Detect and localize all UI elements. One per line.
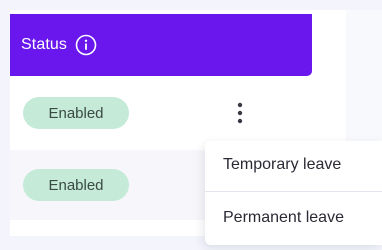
row-actions-menu: Temporary leave Permanent leave — [205, 141, 382, 245]
app-frame: Status Enabled Enabled Temporary leave P… — [0, 0, 382, 250]
status-badge: Enabled — [23, 97, 129, 129]
info-icon[interactable] — [75, 34, 97, 56]
menu-item-permanent-leave[interactable]: Permanent leave — [205, 194, 382, 242]
table-row: Enabled — [10, 78, 346, 148]
status-column-header: Status — [10, 14, 312, 76]
more-vertical-icon[interactable] — [229, 98, 251, 128]
menu-item-temporary-leave[interactable]: Temporary leave — [205, 141, 382, 189]
status-header-label: Status — [21, 36, 67, 53]
status-badge: Enabled — [23, 169, 129, 201]
menu-divider — [205, 191, 382, 192]
